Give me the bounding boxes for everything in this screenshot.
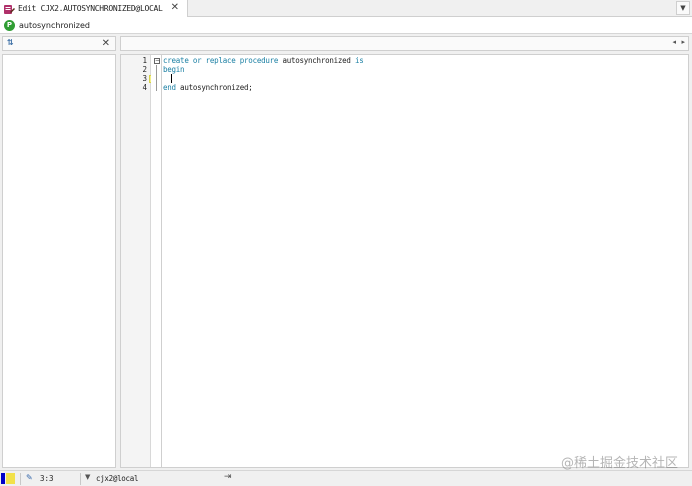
code-editor[interactable]: 1 2 3 4 − create or replace procedure au…: [120, 54, 689, 468]
tab-list-dropdown-button[interactable]: ▼: [676, 1, 690, 15]
connection-label[interactable]: cjx2@local: [96, 474, 138, 483]
tab-close-icon[interactable]: ✕: [171, 2, 179, 14]
panel-close-icon[interactable]: ✕: [102, 37, 110, 50]
object-name[interactable]: autosynchronized: [19, 21, 90, 30]
line-number-gutter: 1 2 3 4: [121, 55, 152, 467]
fold-guide: [156, 65, 157, 91]
status-separator: [80, 473, 81, 485]
sort-icon[interactable]: ⇅: [7, 38, 14, 47]
fold-collapse-icon[interactable]: −: [154, 58, 160, 64]
object-browser-header: ⇅ ✕: [2, 36, 116, 51]
code-keyword: procedure: [235, 56, 283, 65]
code-keyword: begin: [163, 65, 185, 74]
code-line[interactable]: begin: [163, 65, 185, 74]
code-line[interactable]: end autosynchronized;: [163, 83, 253, 92]
edit-mode-icon: ✎: [26, 473, 33, 482]
tab-title: Edit CJX2.AUTOSYNCHRONIZED@LOCAL: [18, 4, 163, 13]
line-number: 4: [142, 83, 147, 92]
pin-icon[interactable]: ⇥: [224, 472, 232, 482]
code-keyword: end: [163, 83, 176, 92]
line-number: 2: [142, 65, 147, 74]
watermark: @稀土掘金技术社区: [560, 456, 678, 471]
scroll-right-icon[interactable]: ▸: [681, 38, 685, 46]
code-identifier: autosynchronized;: [175, 83, 253, 92]
text-cursor: [171, 74, 172, 83]
code-line[interactable]: create or replace procedure autosynchron…: [163, 56, 364, 65]
code-keyword: is: [350, 56, 364, 65]
status-bar: ✎ 3:3 ▼ cjx2@local ⇥: [0, 470, 692, 486]
procedure-icon: P: [4, 19, 15, 31]
chevron-down-icon: ▼: [680, 4, 686, 12]
line-number: 1: [142, 56, 147, 65]
code-keyword: or: [188, 56, 206, 65]
connection-dropdown-icon[interactable]: ▼: [85, 473, 90, 481]
object-browser-panel[interactable]: [2, 54, 116, 468]
editor-tab[interactable]: Edit CJX2.AUTOSYNCHRONIZED@LOCAL ✕: [0, 0, 188, 17]
status-indicator-blue: [1, 473, 5, 484]
status-indicator-yellow: [6, 473, 15, 484]
line-number: 3: [142, 74, 147, 83]
tab-bar: Edit CJX2.AUTOSYNCHRONIZED@LOCAL ✕ ▼: [0, 0, 692, 17]
procedure-edit-icon: [4, 4, 15, 14]
code-keyword: replace: [205, 56, 236, 65]
object-bar: P autosynchronized: [0, 17, 692, 34]
cursor-position: 3:3: [40, 474, 54, 483]
status-separator: [20, 473, 21, 485]
code-identifier: autosynchronized: [282, 56, 351, 65]
editor-toolbar: ◂ ▸: [120, 36, 689, 51]
code-keyword: create: [163, 56, 189, 65]
scroll-left-icon[interactable]: ◂: [672, 38, 676, 46]
fold-column: −: [151, 55, 162, 467]
